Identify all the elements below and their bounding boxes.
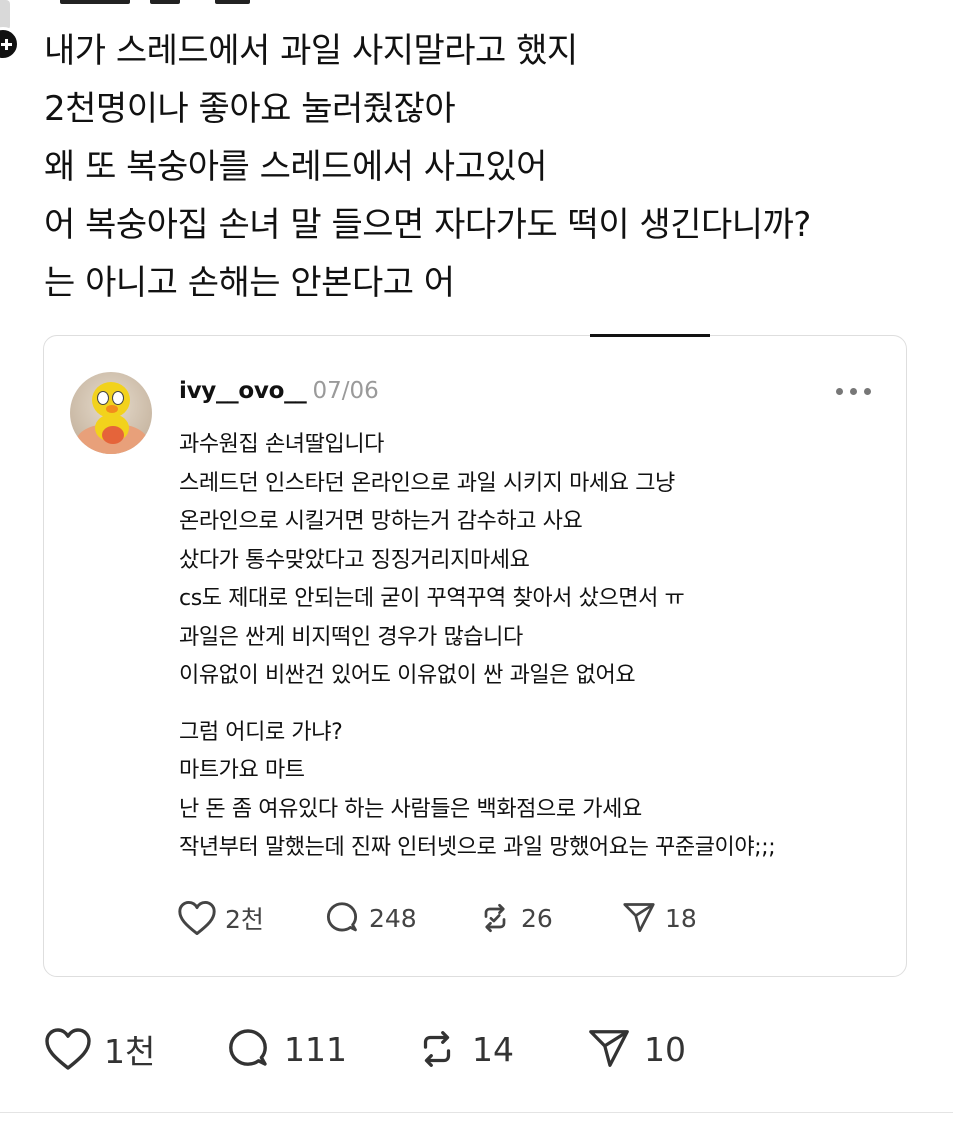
share-count: 10	[644, 1029, 686, 1069]
like-button[interactable]: 1천	[44, 1026, 155, 1072]
body-line: 이유없이 비싼건 있어도 이유없이 싼 과일은 없어요	[179, 663, 636, 688]
repost-count: 14	[472, 1029, 514, 1069]
quoted-action-bar: 2천 248 26 18	[177, 898, 777, 938]
thread-line	[0, 0, 10, 30]
heart-icon	[178, 900, 216, 936]
reply-count: 111	[284, 1029, 347, 1069]
quoted-like-button[interactable]: 2천	[177, 898, 264, 938]
body-line: 마트가요 마트	[179, 758, 305, 783]
quoted-header: ivy__ovo__ 07/06	[179, 376, 379, 406]
quoted-body: 과수원집 손녀딸입니다 스레드던 인스타던 온라인으로 과일 시키지 마세요 그…	[179, 426, 879, 868]
post-line: 어 복숭아집 손녀 말 들으면 자다가도 떡이 생긴다니까?	[44, 205, 811, 245]
like-count: 2천	[225, 905, 264, 934]
previous-header-fragment	[0, 0, 953, 8]
post-action-bar: 1천 111 14 10	[44, 1026, 744, 1072]
body-line: 작년부터 말했는데 진짜 인터넷으로 과일 망했어요는 꾸준글이야;;;	[179, 835, 776, 860]
body-line: 난 돈 좀 여유있다 하는 사람들은 백화점으로 가세요	[179, 796, 642, 822]
share-button[interactable]: 10	[586, 1026, 686, 1072]
quoted-post-card[interactable]: ivy__ovo__ 07/06 과수원집 손녀딸입니다 스레드던 인스타던 온라…	[43, 334, 907, 977]
speech-bubble-icon	[229, 1029, 267, 1066]
body-line: 온라인으로 시킬거면 망하는거 감수하고 사요	[179, 509, 583, 534]
quoted-share-button[interactable]: 18	[621, 898, 697, 938]
post-line: 는 아니고 손해는 안본다고 어	[44, 263, 455, 303]
post-line: 2천명이나 좋아요 눌러줬잖아	[44, 89, 456, 129]
post-text: 내가 스레드에서 과일 사지말라고 했지 2천명이나 좋아요 눌러줬잖아 왜 또…	[44, 22, 944, 312]
divider	[0, 1112, 953, 1113]
body-line: 스레드던 인스타던 온라인으로 과일 시키지 마세요 그냥	[179, 470, 675, 496]
reply-count: 248	[369, 903, 417, 933]
quoted-repost-button[interactable]: 26	[477, 898, 553, 938]
body-line: 그럼 어디로 가냐?	[179, 719, 343, 745]
heart-icon	[45, 1028, 91, 1070]
more-dots-icon[interactable]	[836, 388, 872, 396]
like-count: 1천	[104, 1032, 156, 1071]
post-line: 내가 스레드에서 과일 사지말라고 했지	[44, 31, 578, 71]
repost-arrows-icon	[484, 903, 506, 933]
share-count: 18	[665, 903, 697, 933]
username[interactable]: ivy__ovo__	[179, 378, 307, 404]
avatar[interactable]	[70, 372, 152, 454]
plus-icon[interactable]	[0, 27, 20, 61]
post-date: 07/06	[312, 378, 379, 404]
body-line: 과일은 싼게 비지떡인 경우가 많습니다	[179, 624, 523, 650]
body-line: cs도 제대로 안되는데 굳이 꾸역꾸역 찾아서 샀으면서 ㅠ	[179, 586, 685, 611]
repost-button[interactable]: 14	[414, 1026, 514, 1072]
body-line: 샀다가 통수맞았다고 징징거리지마세요	[179, 547, 530, 573]
reply-button[interactable]: 111	[224, 1026, 347, 1072]
speech-bubble-icon	[326, 902, 358, 932]
paper-plane-icon	[623, 903, 655, 933]
quoted-reply-button[interactable]: 248	[323, 898, 417, 938]
repost-arrows-icon	[423, 1031, 451, 1067]
scroll-indicator	[590, 334, 710, 337]
body-line: 과수원집 손녀딸입니다	[179, 432, 384, 457]
post-line: 왜 또 복숭아를 스레드에서 사고있어	[44, 147, 547, 187]
paper-plane-icon	[589, 1030, 629, 1067]
repost-count: 26	[521, 903, 553, 933]
